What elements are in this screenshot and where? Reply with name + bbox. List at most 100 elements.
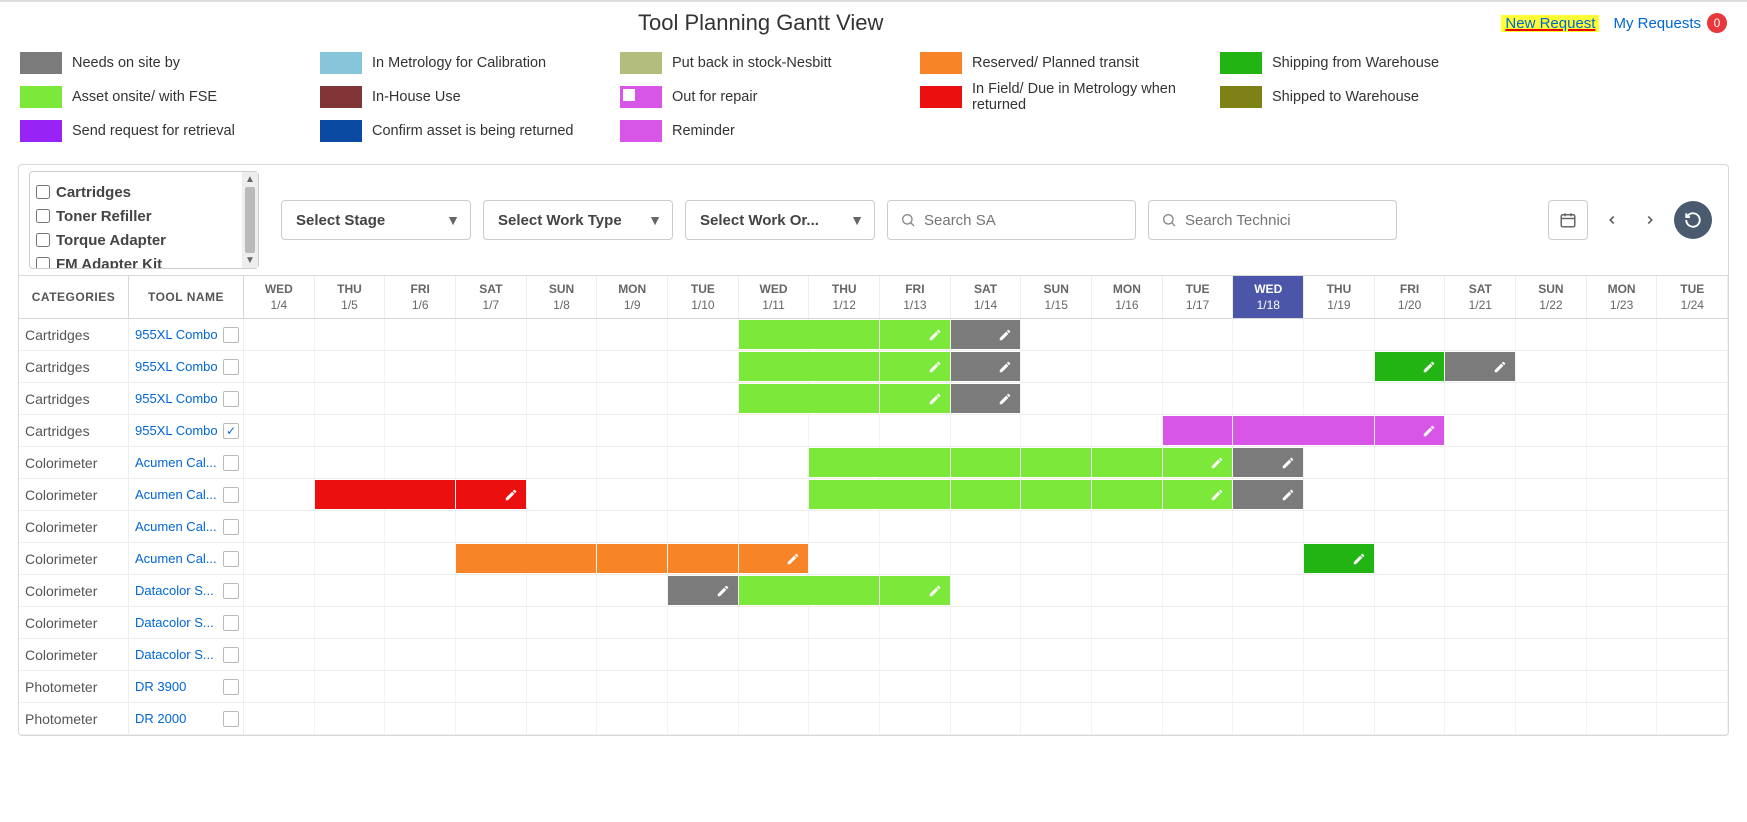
day-cell <box>668 383 739 414</box>
category-option[interactable]: FM Adapter Kit <box>36 252 236 268</box>
tool-link[interactable]: DR 3900 <box>135 679 219 694</box>
row-checkbox[interactable] <box>223 487 239 503</box>
day-cell <box>1163 543 1234 574</box>
tool-link[interactable]: Datacolor S... <box>135 615 219 630</box>
day-header[interactable]: SUN1/22 <box>1516 276 1587 318</box>
day-header[interactable]: MON1/16 <box>1092 276 1163 318</box>
row-checkbox[interactable] <box>223 647 239 663</box>
legend-label: In Field/ Due in Metrology when returned <box>972 81 1220 113</box>
tool-link[interactable]: Datacolor S... <box>135 647 219 662</box>
row-checkbox[interactable] <box>223 455 239 471</box>
search-tech-input[interactable] <box>1148 200 1397 240</box>
calendar-button[interactable] <box>1548 200 1588 240</box>
tool-link[interactable]: 955XL Combo <box>135 359 219 374</box>
row-checkbox[interactable]: ✓ <box>223 423 239 439</box>
tool-link[interactable]: Acumen Cal... <box>135 487 219 502</box>
legend: Needs on site byAsset onsite/ with FSESe… <box>0 40 1747 158</box>
tool-link[interactable]: Acumen Cal... <box>135 455 219 470</box>
row-checkbox[interactable] <box>223 711 239 727</box>
tool-link[interactable]: 955XL Combo <box>135 423 219 438</box>
tool-link[interactable]: 955XL Combo <box>135 327 219 342</box>
row-checkbox[interactable] <box>223 679 239 695</box>
day-cell <box>527 575 598 606</box>
row-checkbox[interactable] <box>223 391 239 407</box>
gantt-bar[interactable] <box>1304 544 1374 573</box>
day-header[interactable]: SAT1/21 <box>1445 276 1516 318</box>
day-header[interactable]: TUE1/17 <box>1163 276 1234 318</box>
search-tech-field[interactable] <box>1185 212 1384 229</box>
category-scrollbar[interactable]: ▲ ▼ <box>242 172 258 268</box>
work-order-dropdown[interactable]: Select Work Or... ▼ <box>685 200 875 240</box>
row-checkbox[interactable] <box>223 615 239 631</box>
gantt-bar[interactable] <box>1445 352 1515 381</box>
legend-label: Needs on site by <box>72 55 180 71</box>
row-checkbox[interactable] <box>223 359 239 375</box>
day-header[interactable]: MON1/23 <box>1587 276 1658 318</box>
gantt-bar[interactable] <box>1233 448 1303 477</box>
row-checkbox[interactable] <box>223 519 239 535</box>
gantt-bar[interactable] <box>1375 352 1445 381</box>
day-header[interactable]: SUN1/8 <box>527 276 598 318</box>
day-header[interactable]: THU1/19 <box>1304 276 1375 318</box>
day-header[interactable]: TUE1/24 <box>1657 276 1728 318</box>
day-header[interactable]: FRI1/6 <box>385 276 456 318</box>
tool-link[interactable]: Acumen Cal... <box>135 551 219 566</box>
day-cell <box>1304 319 1375 350</box>
new-request-link[interactable]: New Request <box>1501 15 1599 32</box>
tool-link[interactable]: Acumen Cal... <box>135 519 219 534</box>
day-cell <box>1163 383 1234 414</box>
category-checkbox[interactable] <box>36 257 50 268</box>
day-of-week: WED <box>739 282 809 296</box>
day-cell <box>456 319 527 350</box>
day-cell <box>1445 511 1516 542</box>
day-header[interactable]: THU1/12 <box>809 276 880 318</box>
day-cell <box>1516 575 1587 606</box>
day-header[interactable]: TUE1/10 <box>668 276 739 318</box>
pencil-icon <box>1281 456 1295 470</box>
day-header[interactable]: FRI1/13 <box>880 276 951 318</box>
category-checkbox[interactable] <box>36 233 50 247</box>
scroll-down-icon[interactable]: ▼ <box>245 255 255 266</box>
day-cell <box>739 447 810 478</box>
day-header[interactable]: SAT1/14 <box>951 276 1022 318</box>
gantt-bar[interactable] <box>951 384 1021 413</box>
work-type-dropdown[interactable]: Select Work Type ▼ <box>483 200 673 240</box>
gantt-bar[interactable] <box>951 352 1021 381</box>
category-option[interactable]: Toner Refiller <box>36 204 236 228</box>
day-header[interactable]: WED1/18 <box>1233 276 1304 318</box>
gantt-bar[interactable] <box>1163 416 1233 445</box>
next-button[interactable] <box>1636 200 1664 240</box>
category-filter[interactable]: CartridgesToner RefillerTorque AdapterFM… <box>29 171 259 269</box>
category-checkbox[interactable] <box>36 209 50 223</box>
tool-link[interactable]: 955XL Combo <box>135 391 219 406</box>
category-checkbox[interactable] <box>36 185 50 199</box>
scroll-thumb[interactable] <box>245 187 255 253</box>
day-cell <box>315 447 386 478</box>
row-checkbox[interactable] <box>223 327 239 343</box>
search-sa-field[interactable] <box>924 212 1123 229</box>
search-sa-input[interactable] <box>887 200 1136 240</box>
gantt-bar[interactable] <box>668 576 738 605</box>
day-cell <box>527 479 598 510</box>
day-header[interactable]: FRI1/20 <box>1375 276 1446 318</box>
row-checkbox[interactable] <box>223 583 239 599</box>
prev-button[interactable] <box>1598 200 1626 240</box>
tool-link[interactable]: DR 2000 <box>135 711 219 726</box>
stage-dropdown[interactable]: Select Stage ▼ <box>281 200 471 240</box>
gantt-bar[interactable] <box>951 320 1021 349</box>
row-checkbox[interactable] <box>223 551 239 567</box>
day-cell <box>880 447 951 478</box>
day-header[interactable]: WED1/4 <box>244 276 315 318</box>
day-header[interactable]: SAT1/7 <box>456 276 527 318</box>
scroll-up-icon[interactable]: ▲ <box>245 174 255 185</box>
day-header[interactable]: THU1/5 <box>315 276 386 318</box>
refresh-button[interactable] <box>1674 201 1712 239</box>
category-option[interactable]: Cartridges <box>36 180 236 204</box>
gantt-bar[interactable] <box>1233 480 1303 509</box>
category-option[interactable]: Torque Adapter <box>36 228 236 252</box>
tool-link[interactable]: Datacolor S... <box>135 583 219 598</box>
my-requests-link[interactable]: My Requests 0 <box>1613 13 1727 33</box>
day-header[interactable]: SUN1/15 <box>1021 276 1092 318</box>
day-header[interactable]: MON1/9 <box>597 276 668 318</box>
day-header[interactable]: WED1/11 <box>739 276 810 318</box>
